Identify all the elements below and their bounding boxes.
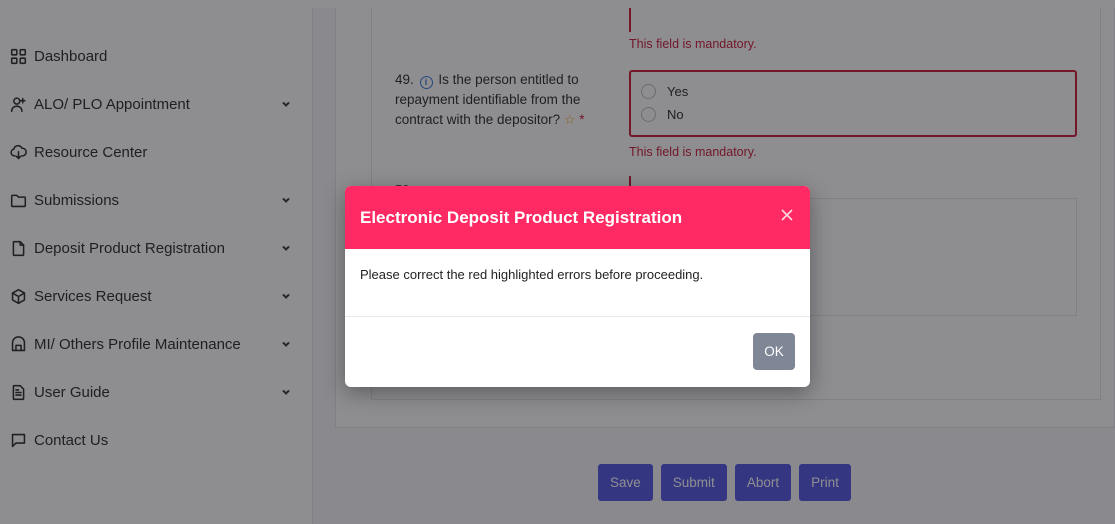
dialog-message: Please correct the red highlighted error… bbox=[360, 267, 704, 282]
close-icon[interactable] bbox=[780, 208, 796, 224]
dialog-footer: OK bbox=[345, 317, 810, 387]
error-dialog: Electronic Deposit Product Registration … bbox=[345, 186, 810, 387]
dialog-title: Electronic Deposit Product Registration bbox=[360, 207, 683, 227]
dialog-body: Please correct the red highlighted error… bbox=[345, 249, 810, 317]
dialog-header: Electronic Deposit Product Registration bbox=[345, 186, 810, 249]
ok-button[interactable]: OK bbox=[753, 333, 795, 370]
